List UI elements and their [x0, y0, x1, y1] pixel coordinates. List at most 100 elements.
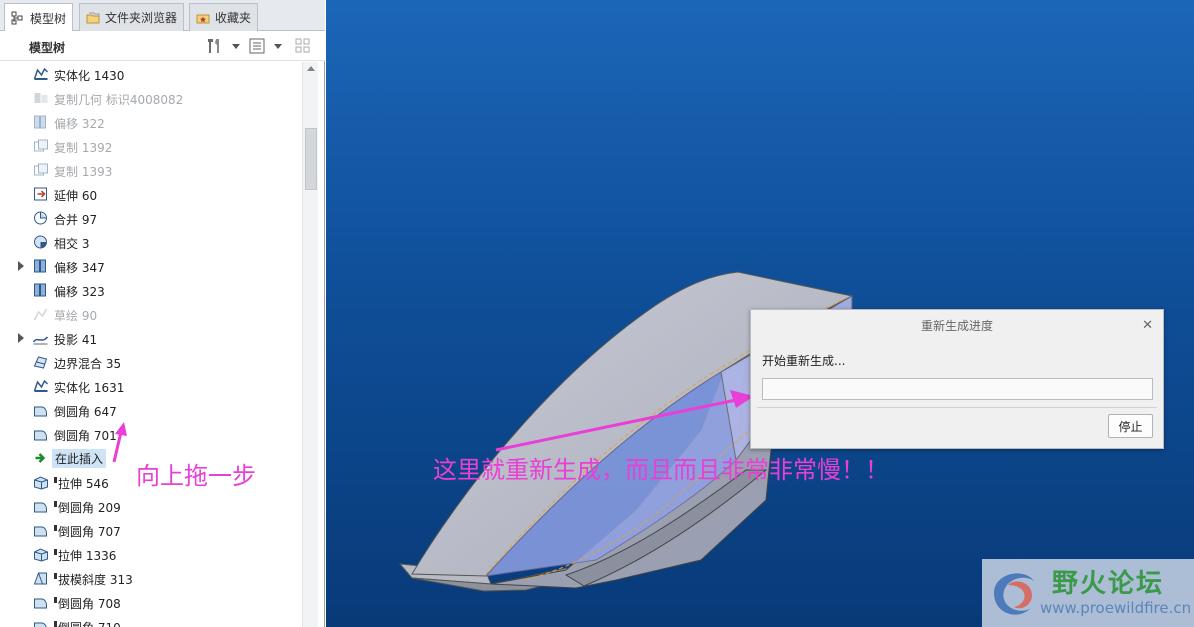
scroll-up-icon[interactable] [307, 66, 315, 71]
expand-arrow-icon[interactable] [18, 261, 24, 271]
insert-here-icon [35, 453, 46, 463]
close-icon[interactable]: ✕ [1142, 318, 1153, 333]
tree-item-label: 倒圆角 209 [54, 499, 121, 516]
tree-item-label: 倒圆角 710 [54, 619, 121, 627]
boundary-blend-icon [33, 356, 48, 369]
tree-item[interactable]: 偏移 323 [0, 278, 302, 302]
tab-folder-browser[interactable]: 文件夹浏览器 [79, 3, 185, 31]
dialog-title: 重新生成进度 [920, 319, 993, 333]
tree-item-label: 实体化 1631 [54, 381, 125, 395]
tree-item[interactable]: 复制 1392 [0, 134, 302, 158]
extrude-icon [34, 548, 48, 562]
tree-item-label: 投影 41 [54, 333, 98, 347]
tree-item[interactable]: 复制 1393 [0, 158, 302, 182]
copy-icon [34, 163, 48, 176]
drag-up-arrow-icon [112, 422, 127, 463]
extrude-icon [34, 476, 48, 490]
round-icon [34, 526, 47, 537]
tree-item-label: 复制 1393 [54, 165, 113, 179]
round-icon [34, 502, 47, 513]
round-icon [34, 430, 47, 441]
copy-geometry-icon [34, 93, 48, 103]
tree-item-label: 偏移 322 [54, 117, 105, 131]
model-tree-panel: 模型树 文件夹浏览器 收藏夹 模型树 实体化 1430 复制几何 标识400808… [0, 0, 325, 627]
tree-item-label: 草绘 90 [54, 309, 98, 323]
expand-arrow-icon[interactable] [18, 333, 24, 343]
draft-icon [33, 572, 47, 585]
tree-item[interactable]: 拔模斜度 313 [0, 566, 302, 590]
show-icon[interactable] [248, 37, 266, 55]
extend-icon [34, 187, 47, 201]
tree-item-label: 相交 3 [54, 237, 90, 251]
tree-item[interactable]: 相交 3 [0, 230, 302, 254]
tree-item[interactable]: 倒圆角 707 [0, 518, 302, 542]
tree-item-label: 倒圆角 707 [54, 523, 121, 540]
progress-bar [762, 378, 1153, 400]
tree-item-label: 延伸 60 [54, 189, 98, 203]
tab-folder-browser-label: 文件夹浏览器 [105, 11, 178, 25]
folder-icon [86, 12, 100, 23]
tree-item-label: 实体化 1430 [54, 69, 125, 83]
scroll-thumb[interactable] [305, 128, 317, 190]
tree-item-label: 偏移 347 [54, 261, 105, 275]
tree-item[interactable]: 实体化 1631 [0, 374, 302, 398]
watermark-url: www.proewildfire.cn [1040, 599, 1192, 617]
tree-item[interactable]: 倒圆角 647 [0, 398, 302, 422]
tree-item[interactable]: 倒圆角 209 [0, 494, 302, 518]
tree-item-label: 在此插入 [52, 449, 107, 468]
tree-item[interactable]: 倒圆角 701 [0, 422, 302, 446]
tree-item-label: 拉伸 1336 [54, 547, 116, 564]
tree-item-label: 拔模斜度 313 [54, 571, 133, 588]
forum-watermark: 野火论坛 www.proewildfire.cn [982, 559, 1194, 627]
tree-toolbar: 模型树 [0, 31, 325, 61]
tools-icon[interactable] [205, 37, 223, 55]
solidify-icon [33, 379, 49, 392]
regenerate-slow-note: 这里就重新生成，而且而且非常非常慢！！ [433, 456, 889, 484]
tree-icon [11, 11, 23, 25]
project-icon [32, 336, 49, 345]
tree-item-label: 边界混合 35 [54, 357, 122, 371]
tree-item[interactable]: 拉伸 1336 [0, 542, 302, 566]
regeneration-progress-dialog: 重新生成进度 ✕ 开始重新生成... 停止 [750, 309, 1164, 449]
tree-item[interactable]: 偏移 322 [0, 110, 302, 134]
favorites-folder-icon [196, 14, 210, 23]
round-icon [34, 406, 47, 417]
tree-item[interactable]: 边界混合 35 [0, 350, 302, 374]
tab-model-tree-label: 模型树 [30, 11, 67, 26]
merge-icon [34, 211, 47, 225]
tree-item[interactable]: 复制几何 标识4008082 [0, 86, 302, 110]
settings-grid-icon[interactable] [294, 37, 312, 55]
tree-item[interactable]: 草绘 90 [0, 302, 302, 326]
tree-item-label: 复制几何 标识4008082 [54, 93, 184, 107]
tree-scrollbar[interactable] [302, 62, 318, 627]
forum-logo-icon [994, 573, 1034, 615]
tree-item[interactable]: 倒圆角 710 [0, 614, 302, 627]
dialog-message: 开始重新生成... [762, 354, 846, 368]
watermark-title: 野火论坛 [1052, 569, 1165, 599]
round-icon [34, 598, 47, 609]
tree-item[interactable]: 倒圆角 708 [0, 590, 302, 614]
tree-item-label: 复制 1392 [54, 141, 113, 155]
tree-item-label: 倒圆角 708 [54, 595, 121, 612]
sketch-icon [33, 308, 48, 321]
tools-dropdown-icon[interactable] [232, 44, 240, 49]
copy-icon [34, 139, 48, 152]
tree-item-label: 拉伸 546 [54, 475, 109, 492]
tree-item[interactable]: 合并 97 [0, 206, 302, 230]
tab-model-tree[interactable]: 模型树 [4, 3, 74, 32]
tree-item-label: 偏移 323 [54, 285, 105, 299]
dialog-separator [757, 407, 1157, 408]
tree-item-label: 倒圆角 647 [54, 405, 117, 419]
tree-item[interactable]: 偏移 347 [0, 254, 302, 278]
tree-item[interactable]: 延伸 60 [0, 182, 302, 206]
offset-icon [34, 259, 46, 273]
drag-up-note: 向上拖一步 [136, 462, 256, 490]
model-tree: 实体化 1430 复制几何 标识4008082 偏移 322 复制 1392 复制 13… [0, 62, 302, 627]
show-dropdown-icon[interactable] [274, 44, 282, 49]
tree-item[interactable]: 投影 41 [0, 326, 302, 350]
tab-favorites[interactable]: 收藏夹 [189, 3, 259, 31]
intersect-icon [34, 235, 47, 249]
tree-item[interactable]: 实体化 1430 [0, 62, 302, 86]
tree-toolbar-title: 模型树 [29, 41, 66, 55]
stop-button[interactable]: 停止 [1108, 414, 1153, 438]
